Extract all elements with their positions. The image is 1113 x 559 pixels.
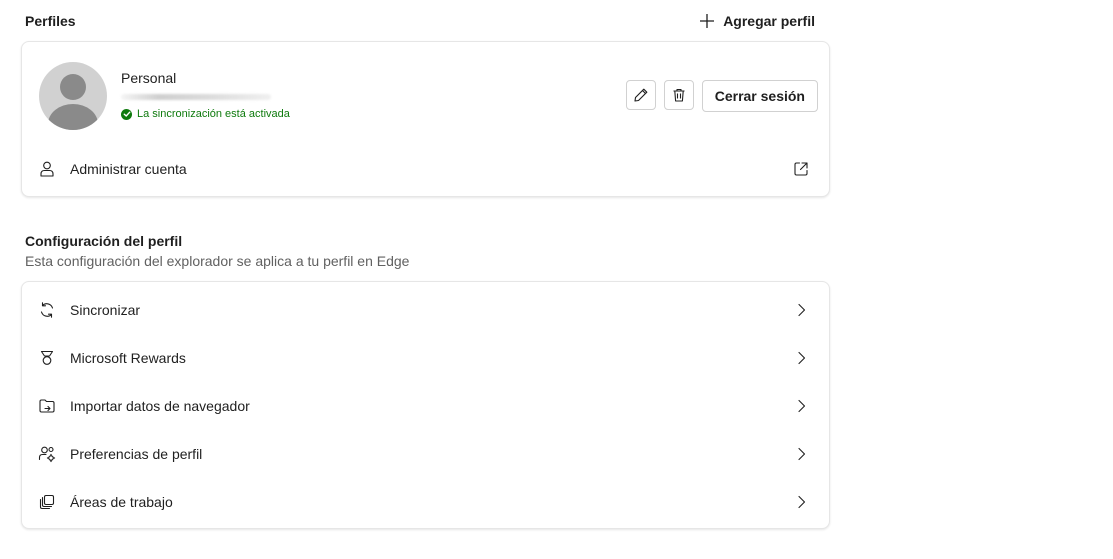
sync-icon xyxy=(38,301,56,319)
edit-profile-button[interactable] xyxy=(625,80,656,110)
person-icon xyxy=(38,160,56,178)
import-icon xyxy=(38,397,56,415)
settings-title: Configuración del perfil xyxy=(25,233,183,249)
chevron-right-icon xyxy=(792,349,810,367)
profile-card: Personal La sincronización está activada xyxy=(21,41,830,197)
plus-icon xyxy=(700,14,715,28)
external-link-icon xyxy=(792,160,810,178)
sign-out-button[interactable]: Cerrar sesión xyxy=(701,80,818,112)
add-profile-label: Agregar perfil xyxy=(723,13,815,29)
pencil-icon xyxy=(634,88,648,102)
profile-info: Personal La sincronización está activada xyxy=(121,70,290,120)
chevron-right-icon xyxy=(792,397,810,415)
chevron-right-icon xyxy=(792,493,810,511)
settings-item-workspaces[interactable]: Áreas de trabajo xyxy=(22,478,829,526)
check-circle-icon xyxy=(121,108,132,120)
settings-card: Sincronizar Microsoft Rewards Importar d… xyxy=(21,281,830,529)
settings-description: Esta configuración del explorador se apl… xyxy=(25,253,410,269)
settings-header: Configuración del perfil xyxy=(25,230,830,252)
rewards-icon xyxy=(38,349,56,367)
trash-icon xyxy=(673,88,685,102)
manage-account-label: Administrar cuenta xyxy=(70,161,187,177)
manage-account-row[interactable]: Administrar cuenta xyxy=(22,145,829,193)
settings-item-profile-preferences[interactable]: Preferencias de perfil xyxy=(22,430,829,478)
profile-email-redacted xyxy=(121,94,271,100)
settings-item-label: Áreas de trabajo xyxy=(70,494,173,510)
sync-status-text: La sincronización está activada xyxy=(137,108,290,120)
profiles-settings-page: Perfiles Agregar perfil Personal La sinc… xyxy=(0,0,1113,559)
settings-item-label: Microsoft Rewards xyxy=(70,350,186,366)
workspaces-icon xyxy=(38,493,56,511)
settings-item-sync[interactable]: Sincronizar xyxy=(22,286,829,334)
profile-preferences-icon xyxy=(38,445,56,463)
profiles-title: Perfiles xyxy=(25,13,76,29)
settings-item-label: Sincronizar xyxy=(70,302,141,318)
chevron-right-icon xyxy=(792,301,810,319)
profiles-header: Perfiles Agregar perfil xyxy=(25,10,830,32)
avatar-person-icon xyxy=(48,74,98,130)
add-profile-button[interactable]: Agregar perfil xyxy=(699,13,815,29)
profile-actions: Cerrar sesión xyxy=(625,80,818,112)
avatar xyxy=(39,62,107,130)
settings-item-import[interactable]: Importar datos de navegador xyxy=(22,382,829,430)
chevron-right-icon xyxy=(792,445,810,463)
profile-name: Personal xyxy=(121,70,177,86)
settings-item-label: Importar datos de navegador xyxy=(70,398,250,414)
settings-item-rewards[interactable]: Microsoft Rewards xyxy=(22,334,829,382)
sync-status: La sincronización está activada xyxy=(121,108,290,120)
delete-profile-button[interactable] xyxy=(663,80,694,110)
settings-item-label: Preferencias de perfil xyxy=(70,446,203,462)
